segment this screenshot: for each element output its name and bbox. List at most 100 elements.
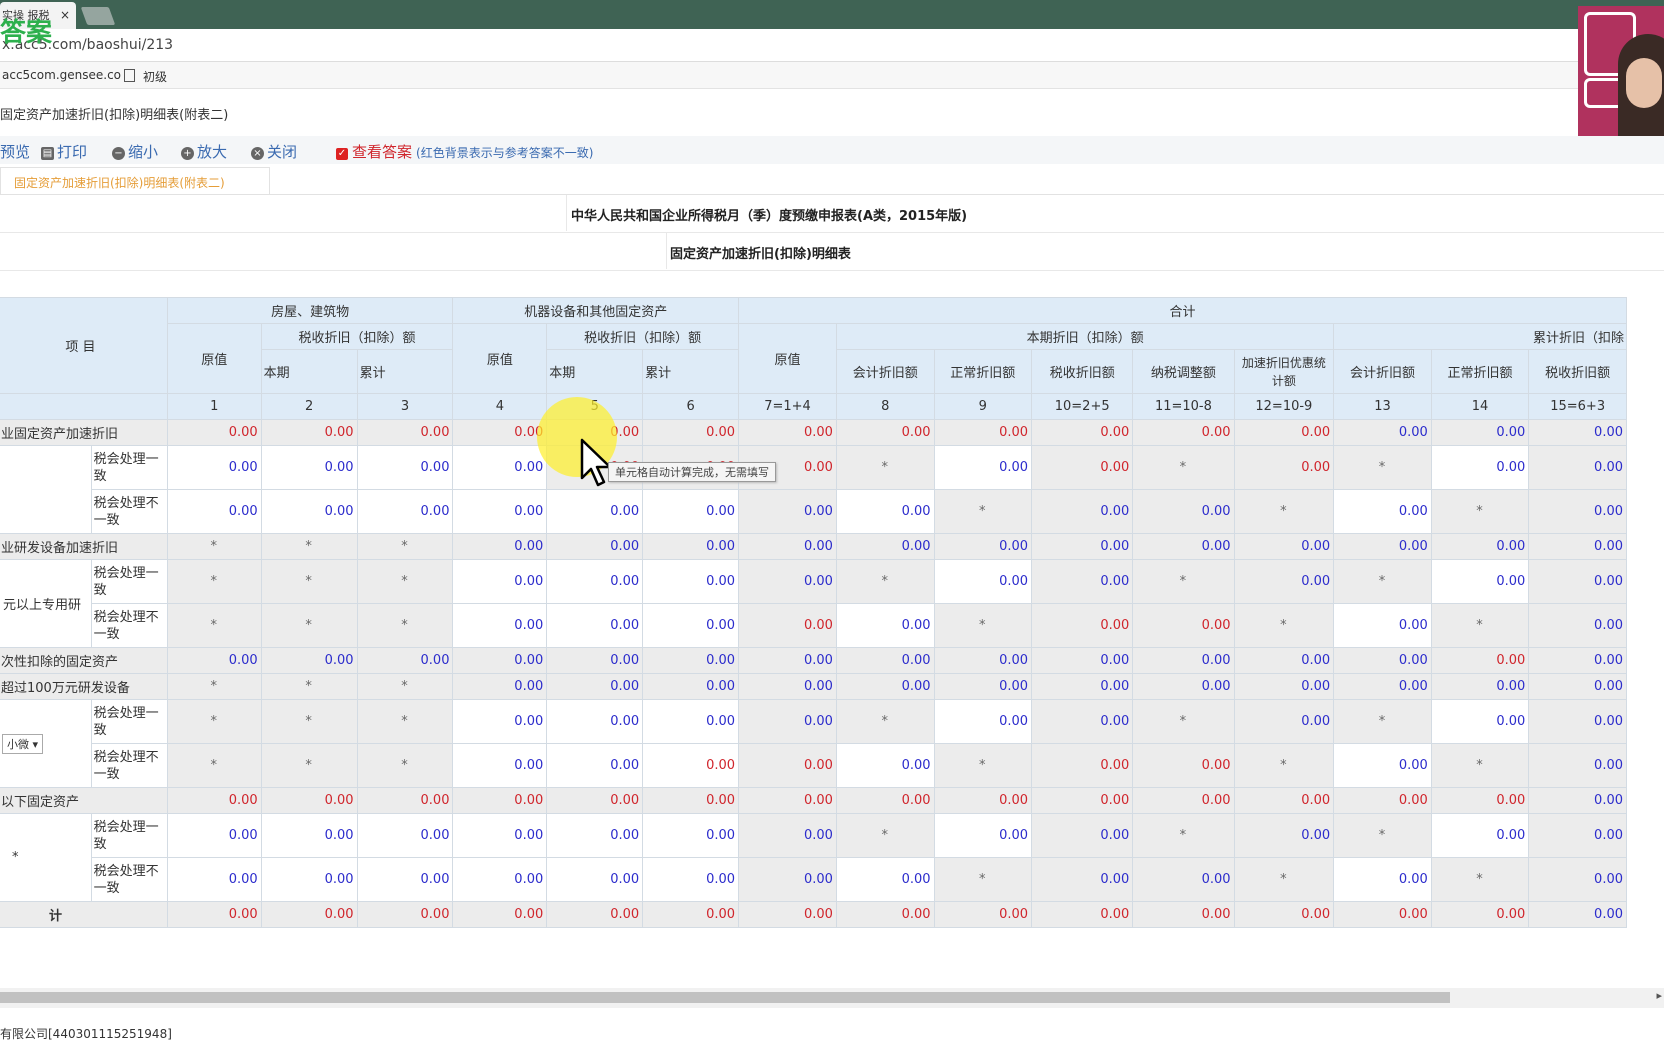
input-cell[interactable]: 0.00	[1430, 445, 1530, 490]
input-cell[interactable]: 0.00	[166, 813, 262, 858]
header-tax-dep-amount: 税收折旧额	[1031, 349, 1134, 394]
input-cell[interactable]: 0.00	[166, 445, 262, 490]
input-cell[interactable]: 0.00	[452, 699, 548, 744]
input-cell[interactable]: 0.00	[452, 813, 548, 858]
input-cell[interactable]: 0.00	[642, 699, 740, 744]
row-label-text: 以下固定资产	[1, 795, 80, 810]
input-cell[interactable]: 0.00	[546, 699, 644, 744]
address-bar[interactable]: x.acc5.com/baoshui/213	[0, 29, 1664, 62]
na-cell: *	[1233, 743, 1335, 788]
input-cell[interactable]: 0.00	[452, 743, 548, 788]
na-cell: *	[1430, 603, 1530, 648]
input-cell[interactable]: 0.00	[1333, 857, 1432, 902]
new-tab-button[interactable]	[80, 7, 116, 25]
input-cell[interactable]: 0.00	[1430, 813, 1530, 858]
input-cell[interactable]: 0.00	[452, 603, 548, 648]
input-cell[interactable]: 0.00	[1333, 489, 1432, 534]
na-cell: *	[260, 603, 358, 648]
header-item: 项 目	[0, 297, 168, 394]
computed-cell: 0.00	[738, 489, 837, 534]
input-cell[interactable]: 0.00	[546, 857, 644, 902]
na-cell: *	[356, 673, 454, 700]
computed-cell: 0.00	[933, 673, 1033, 700]
computed-cell: 0.00	[1528, 901, 1627, 928]
input-cell[interactable]: 0.00	[835, 603, 935, 648]
size-select[interactable]: 小微 ▾	[2, 733, 44, 754]
input-cell[interactable]: 0.00	[166, 489, 262, 534]
computed-cell: 0.00	[738, 699, 837, 744]
header-normal-dep: 正常折旧额	[1430, 349, 1530, 394]
input-cell[interactable]: 0.00	[452, 857, 548, 902]
scroll-right-arrow-icon[interactable]: ▸	[1656, 989, 1662, 1002]
input-cell[interactable]: 0.00	[642, 489, 740, 534]
input-cell[interactable]: 0.00	[642, 857, 740, 902]
na-cell: *	[1430, 743, 1530, 788]
input-cell[interactable]: 0.00	[642, 603, 740, 648]
row-label: 以下固定资产	[0, 787, 168, 814]
checkbox-checked-icon[interactable]: ✓	[336, 148, 348, 160]
show-answer-toggle[interactable]: ✓ 查看答案 (红色背景表示与参考答案不一致)	[336, 141, 593, 162]
input-cell[interactable]: 0.00	[933, 699, 1033, 744]
bookmark-chuji[interactable]: 初级	[124, 68, 167, 85]
zoom-out-button[interactable]: − 缩小	[112, 141, 158, 162]
header-tax-adjust: 纳税调整额	[1132, 349, 1235, 394]
computed-cell: 0.00	[546, 647, 644, 674]
input-cell[interactable]: 0.00	[546, 743, 644, 788]
input-cell[interactable]: 0.00	[933, 559, 1033, 604]
computed-cell: 0.00	[642, 673, 740, 700]
table-row: * 税会处理一致 0.00 0.00 0.00 0.00 0.00 0.00 0.00 * 0.00…	[0, 813, 1627, 902]
computed-cell: 0.00	[1233, 533, 1335, 560]
close-button[interactable]: × 关闭	[251, 141, 297, 162]
bookmark-gensee[interactable]: acc5com.gensee.co	[2, 68, 121, 82]
input-cell[interactable]: 0.00	[1430, 559, 1530, 604]
close-icon: ×	[251, 147, 264, 160]
computed-cell: 0.00	[1528, 419, 1627, 446]
input-cell[interactable]: 0.00	[356, 445, 454, 490]
print-button[interactable]: ▤ 打印	[41, 141, 87, 162]
input-cell[interactable]: 0.00	[546, 813, 644, 858]
na-cell: *	[166, 673, 262, 700]
input-cell[interactable]: 0.00	[452, 489, 548, 534]
horizontal-scrollbar[interactable]: ▸	[0, 988, 1664, 1008]
input-cell[interactable]: 0.00	[933, 445, 1033, 490]
input-cell[interactable]: 0.00	[835, 489, 935, 534]
header-accounting-dep: 会计折旧额	[835, 349, 935, 394]
input-cell[interactable]: 0.00	[933, 813, 1033, 858]
zoom-in-button[interactable]: + 放大	[181, 141, 227, 162]
input-cell[interactable]: 0.00	[835, 857, 935, 902]
row-group-text: *	[12, 850, 19, 865]
header-current-dep: 本期折旧（扣除）额	[835, 323, 1335, 350]
input-cell[interactable]: 0.00	[642, 743, 740, 788]
input-cell[interactable]: 0.00	[356, 813, 454, 858]
input-cell[interactable]: 0.00	[452, 445, 548, 490]
input-cell[interactable]: 0.00	[260, 445, 358, 490]
header-accel-benefit: 加速折旧优惠统计额	[1233, 349, 1335, 394]
column-number: 7=1+4	[738, 393, 837, 420]
input-cell[interactable]: 0.00	[260, 857, 358, 902]
tab-close-icon[interactable]: ×	[60, 2, 70, 29]
input-cell[interactable]: 0.00	[546, 603, 644, 648]
computed-cell: 0.00	[738, 857, 837, 902]
input-cell[interactable]: 0.00	[356, 857, 454, 902]
input-cell[interactable]: 0.00	[166, 857, 262, 902]
na-cell: *	[260, 559, 358, 604]
input-cell[interactable]: 0.00	[642, 813, 740, 858]
input-cell[interactable]: 0.00	[835, 743, 935, 788]
input-cell[interactable]: 0.00	[452, 559, 548, 604]
input-cell[interactable]: 0.00	[1333, 743, 1432, 788]
input-cell[interactable]: 0.00	[260, 489, 358, 534]
preview-button[interactable]: 预览	[0, 141, 30, 162]
input-cell[interactable]: 0.00	[546, 489, 644, 534]
input-cell[interactable]: 0.00	[356, 489, 454, 534]
computed-cell: 0.00	[738, 559, 837, 604]
sheet-tab[interactable]: 固定资产加速折旧(扣除)明细表(附表二)	[0, 167, 270, 195]
input-cell[interactable]: 0.00	[1430, 699, 1530, 744]
row-label-text: 计	[49, 909, 63, 924]
scrollbar-thumb[interactable]	[0, 992, 1450, 1003]
input-cell[interactable]: 0.00	[546, 559, 644, 604]
input-cell[interactable]: 0.00	[260, 813, 358, 858]
input-cell[interactable]: 0.00	[642, 559, 740, 604]
na-cell: *	[1233, 857, 1335, 902]
computed-cell: 0.00	[546, 533, 644, 560]
input-cell[interactable]: 0.00	[1333, 603, 1432, 648]
